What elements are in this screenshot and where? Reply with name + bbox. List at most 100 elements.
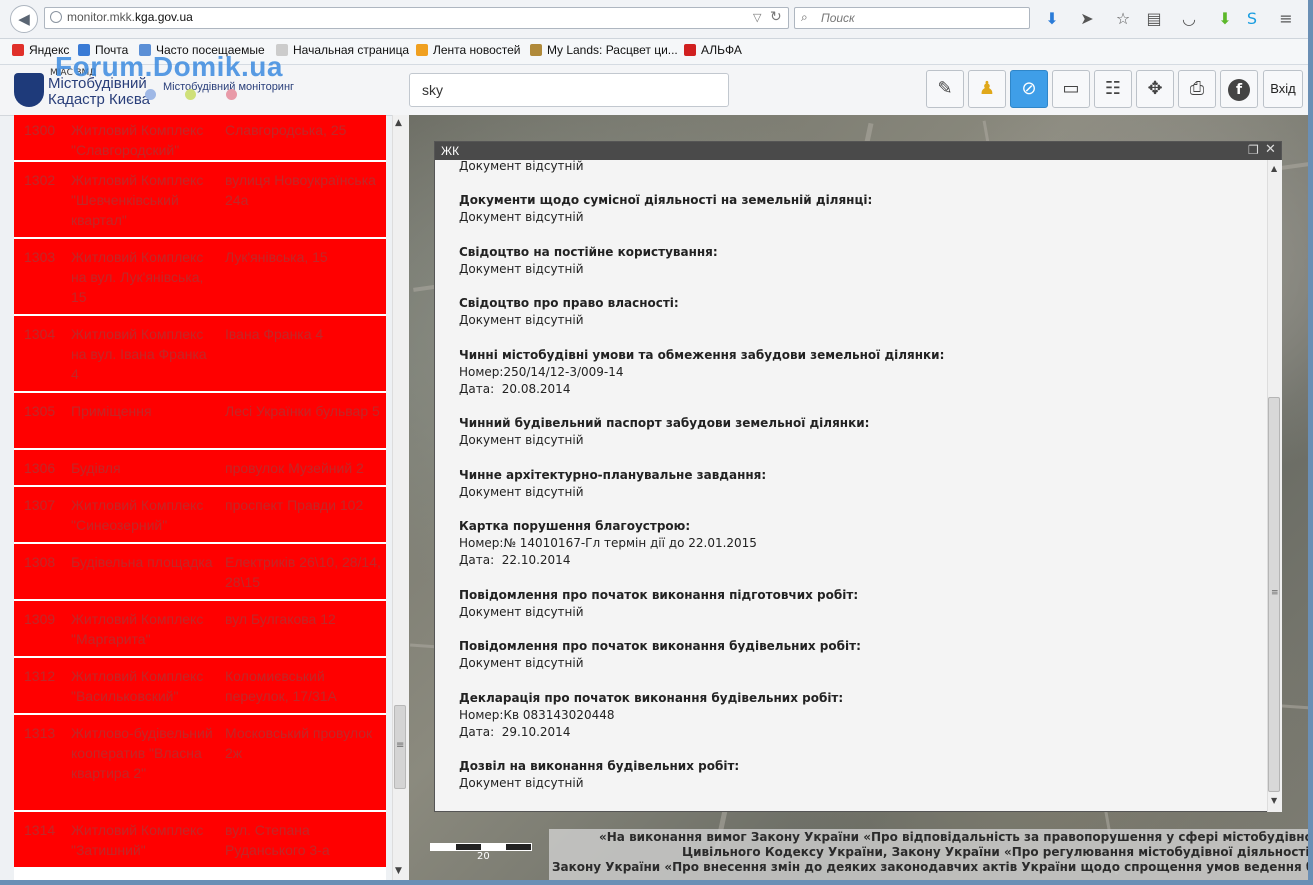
facebook-icon: f [1228, 79, 1250, 101]
logo-line-2: Кадастр Києва [48, 91, 150, 108]
bookmark-news-feed[interactable]: Лента новостей [416, 43, 521, 57]
globe-icon [50, 11, 62, 23]
document-section: Чинне архітектурно-планувальне завдання:… [459, 467, 766, 501]
list-item-name: Житловий Комплекс "Славгородский" [71, 122, 204, 158]
print-tool-button[interactable]: ⎙ [1178, 70, 1216, 108]
bookmark-label: Начальная страница [293, 43, 410, 57]
list-item-id: 1305 [24, 403, 56, 419]
download-icon[interactable]: ⬇ [1041, 8, 1063, 30]
document-section-heading: Свідоцтво на постійне користування: [459, 245, 718, 259]
list-item[interactable]: 1312 Житловий Комплекс "Васильковский" Кол… [14, 658, 386, 715]
scroll-grip-icon: ≡ [1271, 588, 1279, 598]
list-item[interactable]: 1304 Житловий Комплекс на вул. Івана Фран… [14, 316, 386, 393]
skype-icon[interactable]: S [1241, 8, 1263, 30]
navigation-tool-button[interactable]: ⊘ [1010, 70, 1048, 108]
document-section-heading: Чинні містобудівні умови та обмеження за… [459, 348, 945, 362]
document-section-heading: Дозвіл на виконання будівельних робіт: [459, 759, 740, 773]
list-item-address: Лук'янівська, 15 [225, 249, 328, 265]
layers-icon: ☷ [1104, 78, 1122, 99]
facebook-button[interactable]: f [1220, 70, 1258, 108]
reading-list-icon[interactable]: ▤ [1143, 8, 1165, 30]
list-item[interactable]: 1300 Житловий Комплекс "Славгородский" Сла… [14, 115, 386, 162]
pan-tool-button[interactable]: ✥ [1136, 70, 1174, 108]
bookmark-home[interactable]: Начальная страница [276, 43, 409, 57]
game-icon [530, 44, 542, 56]
reload-icon[interactable]: ↻ [770, 9, 782, 25]
document-section-value: Документ відсутній [459, 210, 584, 224]
back-button[interactable]: ◀ [10, 5, 38, 33]
list-item-address: Московський провулок 2ж [225, 725, 373, 761]
layers-tool-button[interactable]: ☷ [1094, 70, 1132, 108]
move-icon: ✥ [1147, 78, 1163, 99]
scroll-up-arrow-icon[interactable]: ▲ [1271, 164, 1277, 173]
list-item-address: провулок Музейний 2 [225, 460, 364, 476]
close-icon[interactable]: ✕ [1265, 142, 1276, 157]
ticker-line-1: «На виконання вимог Закону України «Про … [599, 830, 1313, 844]
list-item-id: 1300 [24, 122, 56, 138]
list-item[interactable]: 1313 Житлово-будівельний кооператив "Влас… [14, 715, 386, 812]
list-item-name: Житловий Комплекс "Синеозерний" [71, 497, 204, 533]
browser-toolbar: ◀ monitor.mkk.kga.gov.ua ▽ ↻ ⌕ Поиск ⬇ ➤… [0, 0, 1313, 39]
document-section: Чинний будівельний паспорт забудови земе… [459, 415, 869, 449]
list-item-address: Електриків 26\10, 28/14, 28\15 [225, 554, 381, 590]
list-item[interactable]: 1303 Житловий Комплекс на вул. Лук'янівсь… [14, 239, 386, 316]
yandex-icon [12, 44, 24, 56]
list-item[interactable]: 1302 Житловий Комплекс "Шевченківський кв… [14, 162, 386, 239]
legal-notice-ticker: «На виконання вимог Закону України «Про … [549, 829, 1313, 880]
menu-icon[interactable]: ≡ [1275, 8, 1297, 30]
list-item[interactable]: 1309 Житловий Комплекс "Маргарита" вул Бул… [14, 601, 386, 658]
document-section: Документи щодо сумісної діяльності на зе… [459, 192, 872, 226]
url-dropdown-icon[interactable]: ▽ [753, 11, 761, 24]
list-item-name: Житлово-будівельний кооператив "Власна к… [71, 725, 213, 781]
document-section-value: Дата: 29.10.2014 [459, 725, 571, 739]
list-item-address: Лесі Українки бульвар 5 [225, 403, 380, 419]
address-bar[interactable]: monitor.mkk.kga.gov.ua ▽ ↻ [44, 7, 789, 29]
bookmark-label: Лента новостей [433, 43, 521, 57]
list-item[interactable]: 1305 Приміщення Лесі Українки бульвар 5 [14, 393, 386, 450]
scroll-down-arrow-icon[interactable]: ▼ [395, 866, 402, 876]
kyiv-coat-of-arms-icon [14, 73, 44, 107]
list-item[interactable]: 1308 Будівельна площадка Електриків 26\10,… [14, 544, 386, 601]
document-section: Чинні містобудівні умови та обмеження за… [459, 347, 944, 398]
object-list: 1300 Житловий Комплекс "Славгородский" Сла… [14, 115, 386, 880]
document-section: Дозвіл на виконання будівельних робіт: До… [459, 758, 739, 792]
document-section-value: Документ відсутній [459, 605, 584, 619]
status-dot-green [185, 89, 196, 100]
list-item[interactable]: 1314 Житловий Комплекс "Затишний" вул. Сте… [14, 812, 386, 869]
document-section: Повідомлення про початок виконання будів… [459, 638, 861, 672]
url-text: monitor.mkk.kga.gov.ua [67, 10, 193, 24]
bookmark-alfa[interactable]: АЛЬФА [684, 43, 742, 57]
list-item-id: 1302 [24, 172, 56, 188]
measure-tool-button[interactable]: ▭ [1052, 70, 1090, 108]
document-section-heading: Документи щодо сумісної діяльності на зе… [459, 193, 873, 207]
document-section-heading: Чинне архітектурно-планувальне завдання: [459, 468, 767, 482]
browser-search-box[interactable]: ⌕ Поиск [794, 7, 1030, 29]
star-icon[interactable]: ☆ [1112, 8, 1134, 30]
green-download-icon[interactable]: ⬇ [1214, 8, 1236, 30]
object-info-popup: ЖК ❐ ✕ Документ відсутній Документи щодо … [434, 141, 1282, 812]
app-header: МІАС ЗМД Містобудівний Кадастр Києва Міст… [0, 51, 1313, 116]
document-section: Картка порушення благоустрою: Номер:№ 140… [459, 518, 757, 569]
restore-icon[interactable]: ❐ [1248, 143, 1259, 157]
list-item[interactable]: 1306 Будівля провулок Музейний 2 [14, 450, 386, 487]
login-button[interactable]: Вхід [1263, 70, 1303, 108]
bookmark-my-lands[interactable]: My Lands: Расцвет ци... [530, 43, 678, 57]
object-search-input[interactable] [409, 73, 729, 107]
pocket-icon[interactable]: ◡ [1178, 8, 1200, 30]
street-view-button[interactable]: ♟ [968, 70, 1006, 108]
scroll-up-arrow-icon[interactable]: ▲ [395, 118, 402, 128]
list-item[interactable]: 1307 Житловий Комплекс "Синеозерний" просп… [14, 487, 386, 544]
document-section-value: Документ відсутній [459, 433, 584, 447]
document-section-value: Номер:250/14/12-3/009-14 [459, 365, 624, 379]
popup-title: ЖК [441, 144, 460, 158]
list-item-name: Житловий Комплекс "Шевченківський кварта… [71, 172, 204, 228]
pegman-icon: ♟ [978, 78, 996, 99]
window-border [0, 880, 1313, 885]
list-item-id: 1304 [24, 326, 56, 342]
list-item-id: 1309 [24, 611, 56, 627]
send-icon[interactable]: ➤ [1076, 8, 1098, 30]
list-item-address: Коломиєвський переулок, 17/31А [225, 668, 337, 704]
url-domain: kga.gov.ua [135, 10, 193, 24]
edit-tool-button[interactable]: ✎ [926, 70, 964, 108]
scroll-down-arrow-icon[interactable]: ▼ [1271, 796, 1277, 805]
